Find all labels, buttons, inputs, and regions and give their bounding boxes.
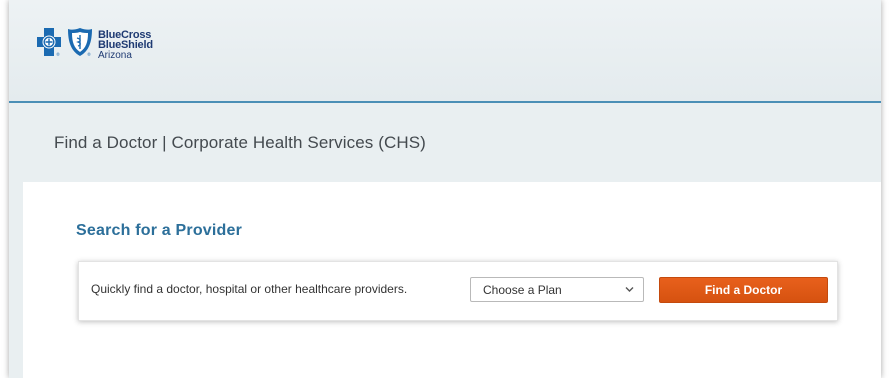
chevron-down-icon bbox=[625, 287, 634, 292]
plan-select[interactable]: Choose a Plan bbox=[470, 277, 644, 302]
svg-text:®: ® bbox=[87, 52, 91, 57]
search-description: Quickly find a doctor, hospital or other… bbox=[91, 282, 408, 296]
page-title: Find a Doctor | Corporate Health Service… bbox=[54, 133, 426, 152]
bcbs-logo[interactable]: ® ® BlueCross BlueShield Arizona bbox=[36, 27, 153, 61]
plan-select-value: Choose a Plan bbox=[483, 283, 562, 297]
find-a-doctor-button[interactable]: Find a Doctor bbox=[659, 277, 828, 303]
brand-line-3: Arizona bbox=[98, 50, 132, 61]
provider-search-card: Quickly find a doctor, hospital or other… bbox=[78, 261, 838, 321]
main-content: Search for a Provider Quickly find a doc… bbox=[23, 182, 881, 378]
section-heading: Search for a Provider bbox=[76, 222, 243, 239]
site-header: ® ® BlueCross BlueShield Arizona bbox=[9, 0, 881, 103]
svg-text:®: ® bbox=[56, 52, 60, 57]
blue-cross-icon: ® bbox=[37, 28, 61, 57]
brand-wordmark: BlueCross BlueShield Arizona bbox=[98, 30, 153, 62]
brand-line-2: BlueShield bbox=[98, 39, 153, 51]
browser-frame: ® ® BlueCross BlueShield Arizona Find a … bbox=[9, 0, 881, 378]
blue-shield-icon: ® bbox=[68, 28, 92, 57]
